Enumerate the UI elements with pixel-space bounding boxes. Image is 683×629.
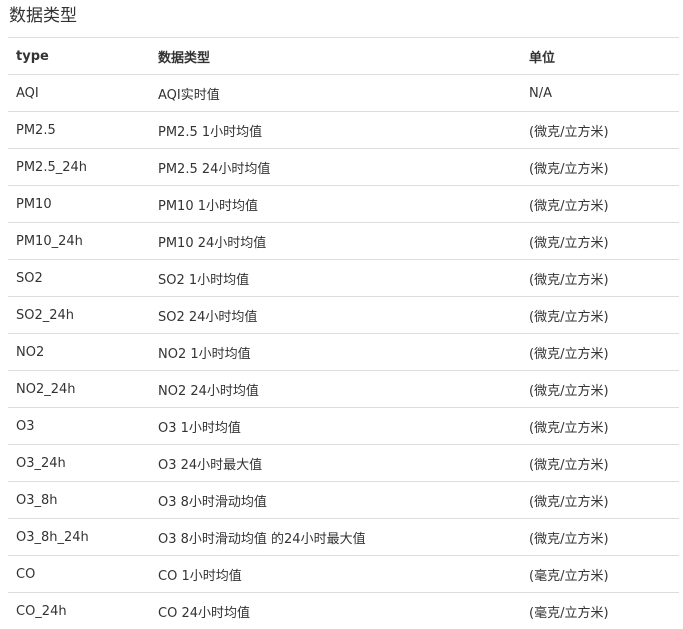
- table-row: O3 O3 1小时均值 (微克/立方米): [8, 407, 679, 445]
- cell-description: NO2 1小时均值: [150, 333, 521, 371]
- cell-type: O3_24h: [8, 444, 150, 482]
- table-body: AQI AQI实时值 N/A PM2.5 PM2.5 1小时均值 (微克/立方米…: [8, 74, 679, 629]
- cell-description: CO 1小时均值: [150, 555, 521, 593]
- cell-unit: (微克/立方米): [521, 148, 679, 186]
- cell-description: PM2.5 24小时均值: [150, 148, 521, 186]
- cell-type: AQI: [8, 74, 150, 112]
- cell-type: CO: [8, 555, 150, 593]
- cell-description: NO2 24小时均值: [150, 370, 521, 408]
- section-heading: 数据类型: [9, 6, 77, 26]
- table-row: AQI AQI实时值 N/A: [8, 74, 679, 112]
- cell-description: PM2.5 1小时均值: [150, 111, 521, 149]
- table-row: O3_8h O3 8小时滑动均值 (微克/立方米): [8, 481, 679, 519]
- cell-description: PM10 24小时均值: [150, 222, 521, 260]
- table-row: O3_24h O3 24小时最大值 (微克/立方米): [8, 444, 679, 482]
- table-row: PM2.5_24h PM2.5 24小时均值 (微克/立方米): [8, 148, 679, 186]
- data-types-table: type 数据类型 单位 AQI AQI实时值 N/A PM2.5 PM2.5 …: [8, 37, 679, 629]
- table-row: PM10_24h PM10 24小时均值 (微克/立方米): [8, 222, 679, 260]
- table-row: PM10 PM10 1小时均值 (微克/立方米): [8, 185, 679, 223]
- cell-type: O3: [8, 407, 150, 445]
- cell-unit: (毫克/立方米): [521, 555, 679, 593]
- header-data-type: 数据类型: [150, 37, 521, 75]
- cell-unit: (微克/立方米): [521, 518, 679, 556]
- table-row: SO2_24h SO2 24小时均值 (微克/立方米): [8, 296, 679, 334]
- cell-unit: (微克/立方米): [521, 185, 679, 223]
- cell-type: SO2_24h: [8, 296, 150, 334]
- table-header: type 数据类型 单位: [8, 37, 679, 75]
- table-row: PM2.5 PM2.5 1小时均值 (微克/立方米): [8, 111, 679, 149]
- header-row: type 数据类型 单位: [8, 37, 679, 75]
- cell-unit: (微克/立方米): [521, 259, 679, 297]
- table-row: CO CO 1小时均值 (毫克/立方米): [8, 555, 679, 593]
- table-row: SO2 SO2 1小时均值 (微克/立方米): [8, 259, 679, 297]
- cell-type: PM2.5: [8, 111, 150, 149]
- cell-type: NO2_24h: [8, 370, 150, 408]
- cell-type: O3_8h: [8, 481, 150, 519]
- cell-description: SO2 24小时均值: [150, 296, 521, 334]
- cell-unit: (微克/立方米): [521, 111, 679, 149]
- header-type: type: [8, 37, 150, 75]
- page: 数据类型 type 数据类型 单位 AQI AQI实时值 N/A PM2.5 P…: [0, 0, 683, 629]
- table-row: NO2_24h NO2 24小时均值 (微克/立方米): [8, 370, 679, 408]
- header-unit: 单位: [521, 37, 679, 75]
- cell-description: O3 8小时滑动均值: [150, 481, 521, 519]
- cell-description: O3 24小时最大值: [150, 444, 521, 482]
- cell-description: O3 8小时滑动均值 的24小时最大值: [150, 518, 521, 556]
- cell-description: CO 24小时均值: [150, 592, 521, 629]
- cell-description: O3 1小时均值: [150, 407, 521, 445]
- cell-unit: (微克/立方米): [521, 333, 679, 371]
- cell-type: NO2: [8, 333, 150, 371]
- cell-description: SO2 1小时均值: [150, 259, 521, 297]
- cell-unit: (毫克/立方米): [521, 592, 679, 629]
- cell-unit: (微克/立方米): [521, 370, 679, 408]
- cell-type: PM10_24h: [8, 222, 150, 260]
- table-row: NO2 NO2 1小时均值 (微克/立方米): [8, 333, 679, 371]
- cell-type: CO_24h: [8, 592, 150, 629]
- cell-unit: N/A: [521, 74, 679, 112]
- cell-type: PM2.5_24h: [8, 148, 150, 186]
- cell-type: PM10: [8, 185, 150, 223]
- cell-unit: (微克/立方米): [521, 222, 679, 260]
- cell-unit: (微克/立方米): [521, 444, 679, 482]
- cell-unit: (微克/立方米): [521, 481, 679, 519]
- cell-type: SO2: [8, 259, 150, 297]
- table-row: CO_24h CO 24小时均值 (毫克/立方米): [8, 592, 679, 629]
- cell-description: PM10 1小时均值: [150, 185, 521, 223]
- cell-type: O3_8h_24h: [8, 518, 150, 556]
- cell-description: AQI实时值: [150, 74, 521, 112]
- table-row: O3_8h_24h O3 8小时滑动均值 的24小时最大值 (微克/立方米): [8, 518, 679, 556]
- cell-unit: (微克/立方米): [521, 407, 679, 445]
- cell-unit: (微克/立方米): [521, 296, 679, 334]
